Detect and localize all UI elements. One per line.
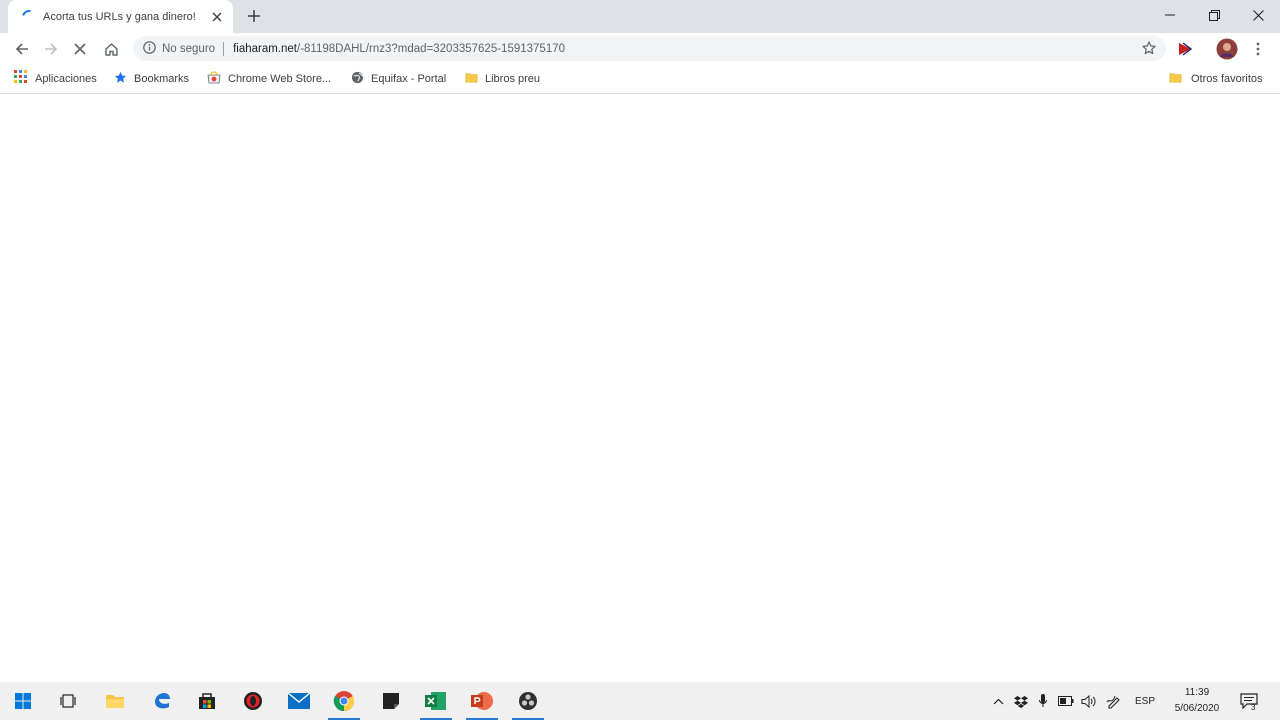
opera-icon[interactable] bbox=[231, 682, 275, 720]
new-tab-button[interactable] bbox=[243, 5, 265, 27]
bookmarks-bar: Aplicaciones Bookmarks Chrome Web Store.… bbox=[0, 64, 1280, 94]
store-icon[interactable] bbox=[185, 682, 229, 720]
other-bookmarks-label: Otros favoritos bbox=[1191, 72, 1263, 85]
loading-spinner-icon bbox=[19, 6, 39, 27]
bookmark-label: Libros preu bbox=[485, 72, 541, 85]
extension-icon[interactable] bbox=[1172, 36, 1198, 62]
bookmark-label: Bookmarks bbox=[134, 72, 190, 85]
microphone-icon[interactable] bbox=[1034, 682, 1052, 720]
minimize-button[interactable] bbox=[1148, 0, 1192, 30]
mail-icon[interactable] bbox=[277, 682, 321, 720]
bookmark-libros-preu[interactable]: Libros preu bbox=[465, 64, 540, 93]
url-path: /-81198DAHL/rnz3?mdad=3203357625-1591375… bbox=[297, 42, 566, 55]
other-bookmarks[interactable]: Otros favoritos bbox=[1169, 64, 1263, 93]
bookmark-label: Chrome Web Store... bbox=[228, 72, 332, 85]
browser-toolbar: No seguro fiaharam.net /-81198DAHL/rnz3?… bbox=[0, 33, 1280, 83]
page-content bbox=[0, 95, 1280, 682]
pen-workspace-icon[interactable] bbox=[1104, 682, 1124, 720]
bookmark-star-icon[interactable] bbox=[1142, 41, 1156, 58]
close-window-button[interactable] bbox=[1236, 0, 1280, 30]
battery-icon[interactable] bbox=[1056, 682, 1076, 720]
forward-button[interactable] bbox=[38, 36, 64, 62]
task-view-icon[interactable] bbox=[46, 682, 90, 720]
tab-title: Acorta tus URLs y gana dinero! bbox=[43, 10, 196, 23]
powerpoint-icon[interactable] bbox=[460, 682, 504, 720]
url-domain: fiaharam.net bbox=[233, 42, 297, 55]
folder-icon bbox=[465, 71, 478, 87]
address-bar[interactable]: No seguro fiaharam.net /-81198DAHL/rnz3?… bbox=[133, 36, 1166, 61]
excel-icon[interactable] bbox=[414, 682, 458, 720]
clock-date: 5/06/2020 bbox=[1174, 703, 1220, 714]
bookmark-apps[interactable]: Aplicaciones bbox=[14, 64, 97, 93]
restore-button[interactable] bbox=[1192, 0, 1236, 30]
chrome-icon[interactable] bbox=[322, 682, 366, 720]
file-explorer-icon[interactable] bbox=[93, 682, 137, 720]
edge-icon[interactable] bbox=[140, 682, 184, 720]
bookmark-equifax[interactable]: Equifax - Portal bbox=[351, 64, 446, 93]
security-status[interactable]: No seguro bbox=[162, 43, 215, 55]
sticky-notes-icon[interactable] bbox=[369, 682, 413, 720]
webstore-icon bbox=[207, 70, 221, 87]
bookmark-label: Aplicaciones bbox=[35, 72, 97, 85]
folder-icon bbox=[1169, 71, 1182, 87]
profile-avatar[interactable] bbox=[1214, 36, 1240, 62]
home-button[interactable] bbox=[98, 36, 124, 62]
tab-strip: Acorta tus URLs y gana dinero! bbox=[0, 0, 1280, 33]
stop-loading-button[interactable] bbox=[67, 36, 93, 62]
back-button[interactable] bbox=[9, 36, 35, 62]
bookmark-bookmarks[interactable]: Bookmarks bbox=[114, 64, 189, 93]
globe-icon bbox=[351, 71, 364, 87]
windows-start-icon[interactable] bbox=[1, 682, 45, 720]
show-hidden-icons[interactable] bbox=[989, 682, 1007, 720]
menu-kebab-icon[interactable] bbox=[1245, 36, 1271, 62]
dropbox-icon[interactable] bbox=[1012, 682, 1030, 720]
action-center-icon[interactable]: 3 bbox=[1236, 682, 1262, 720]
windows-taskbar: ESP 11:39 5/06/2020 3 bbox=[0, 682, 1280, 720]
notification-count: 3 bbox=[1251, 703, 1256, 712]
close-tab-icon[interactable] bbox=[209, 9, 225, 25]
system-clock[interactable]: 11:39 5/06/2020 bbox=[1162, 685, 1232, 717]
clock-time: 11:39 bbox=[1184, 687, 1210, 698]
obs-icon[interactable] bbox=[506, 682, 550, 720]
bookmark-webstore[interactable]: Chrome Web Store... bbox=[207, 64, 331, 93]
info-icon[interactable] bbox=[143, 40, 156, 57]
volume-icon[interactable] bbox=[1079, 682, 1099, 720]
browser-tab[interactable]: Acorta tus URLs y gana dinero! bbox=[8, 0, 233, 33]
bookmark-label: Equifax - Portal bbox=[371, 72, 447, 85]
language-indicator[interactable]: ESP bbox=[1130, 682, 1160, 720]
omnibox-divider bbox=[223, 41, 225, 56]
star-bookmark-icon bbox=[114, 71, 127, 87]
apps-grid-icon bbox=[14, 70, 28, 87]
